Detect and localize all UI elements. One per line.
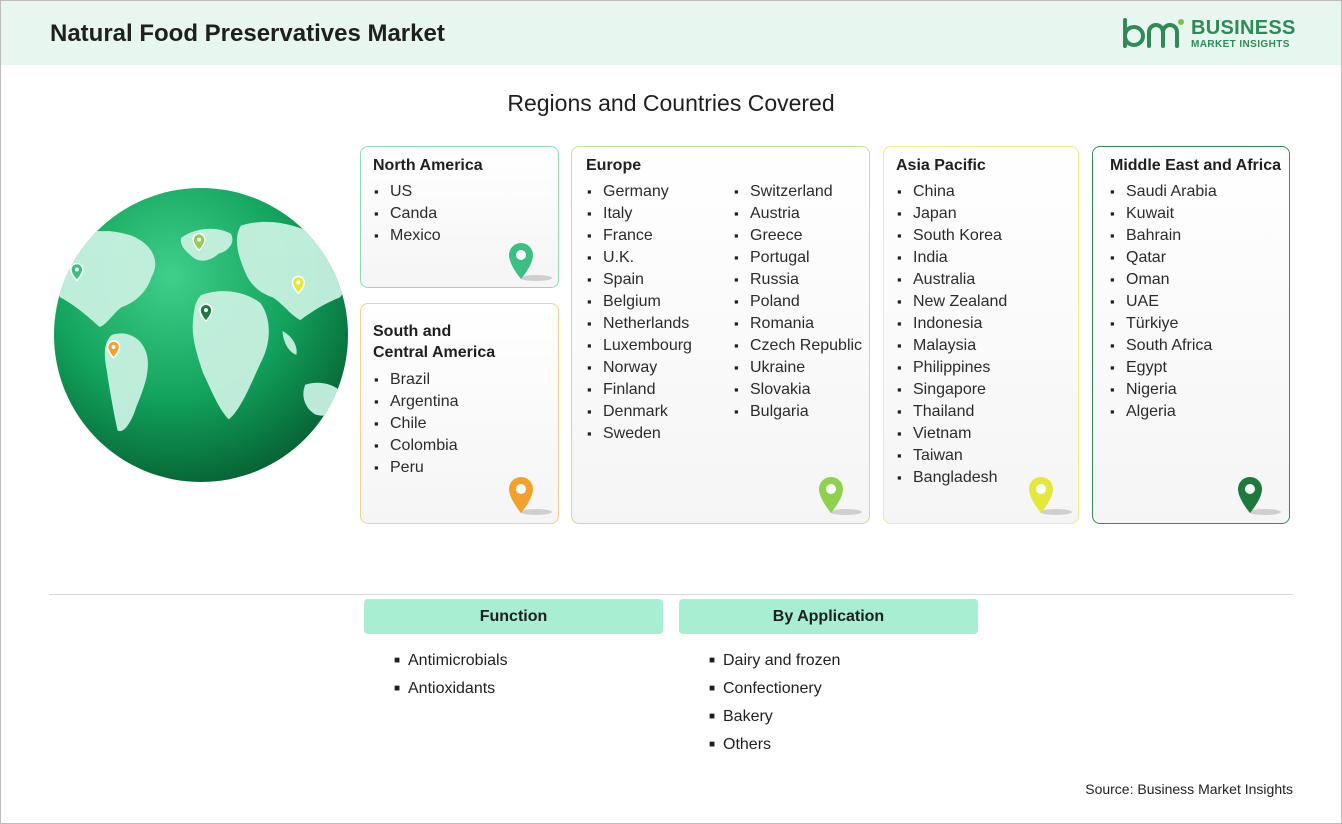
list-item: Argentina xyxy=(374,391,459,413)
region-card-middle-east-africa: Middle East and Africa Saudi Arabia Kuwa… xyxy=(1092,146,1290,524)
list-item: Romania xyxy=(734,313,862,335)
region-card-europe: Europe Germany Italy France U.K. Spain B… xyxy=(571,146,870,524)
list-item: Slovakia xyxy=(734,379,862,401)
list-item: Austria xyxy=(734,203,862,225)
list-item: Norway xyxy=(587,357,692,379)
list-item: Antimicrobials xyxy=(394,647,508,675)
list-item: Japan xyxy=(897,203,1007,225)
list-item: Türkiye xyxy=(1110,313,1217,335)
region-title-line2: Central America xyxy=(373,344,496,361)
country-list-col1: Germany Italy France U.K. Spain Belgium … xyxy=(587,181,692,445)
page-title: Natural Food Preservatives Market xyxy=(50,20,445,47)
list-item: New Zealand xyxy=(897,291,1007,313)
list-item: Bulgaria xyxy=(734,401,862,423)
globe-illustration xyxy=(53,187,349,483)
region-title: North America xyxy=(373,157,483,174)
region-title: Europe xyxy=(586,157,642,174)
list-item: South Africa xyxy=(1110,335,1217,357)
list-item: Luxembourg xyxy=(587,335,692,357)
list-item: Portugal xyxy=(734,247,862,269)
list-item: Dairy and frozen xyxy=(709,647,840,675)
list-item: Canda xyxy=(374,203,441,225)
country-list: Brazil Argentina Chile Colombia Peru xyxy=(374,369,459,479)
list-item: Saudi Arabia xyxy=(1110,181,1217,203)
list-item: Italy xyxy=(587,203,692,225)
list-item: U.K. xyxy=(587,247,692,269)
list-item: Peru xyxy=(374,457,459,479)
list-item: Colombia xyxy=(374,435,459,457)
list-item: Australia xyxy=(897,269,1007,291)
list-item: Others xyxy=(709,731,840,759)
list-item: US xyxy=(374,181,441,203)
segment-header-application: By Application xyxy=(679,599,978,634)
list-item: Algeria xyxy=(1110,401,1217,423)
list-item: Oman xyxy=(1110,269,1217,291)
list-item: Ukraine xyxy=(734,357,862,379)
list-item: Philippines xyxy=(897,357,1007,379)
list-item: Kuwait xyxy=(1110,203,1217,225)
list-item: Switzerland xyxy=(734,181,862,203)
map-pin-icon xyxy=(1238,477,1281,515)
list-item: Chile xyxy=(374,413,459,435)
segment-list-function: Antimicrobials Antioxidants xyxy=(394,647,508,703)
region-card-asia-pacific: Asia Pacific China Japan South Korea Ind… xyxy=(883,146,1079,524)
list-item: Antioxidants xyxy=(394,675,508,703)
list-item: Sweden xyxy=(587,423,692,445)
section-title: Regions and Countries Covered xyxy=(507,90,835,116)
brand-logo: BUSINESS MARKET INSIGHTS xyxy=(1121,16,1296,52)
list-item: Finland xyxy=(587,379,692,401)
list-item: Greece xyxy=(734,225,862,247)
list-item: Nigeria xyxy=(1110,379,1217,401)
region-card-south-central-america: South and Central America Brazil Argentin… xyxy=(360,303,559,524)
list-item: Vietnam xyxy=(897,423,1007,445)
list-item: Denmark xyxy=(587,401,692,423)
list-item: Bangladesh xyxy=(897,467,1007,489)
list-item: Brazil xyxy=(374,369,459,391)
segment-header-function: Function xyxy=(364,599,663,634)
list-item: China xyxy=(897,181,1007,203)
country-list: Saudi Arabia Kuwait Bahrain Qatar Oman U… xyxy=(1110,181,1217,423)
source-note: Source: Business Market Insights xyxy=(1085,781,1293,797)
logo-text-market-insights: MARKET INSIGHTS xyxy=(1191,39,1290,50)
region-card-north-america: North America US Canda Mexico xyxy=(360,146,559,288)
list-item: Poland xyxy=(734,291,862,313)
region-title: Middle East and Africa xyxy=(1110,157,1281,174)
list-item: Indonesia xyxy=(897,313,1007,335)
country-list: China Japan South Korea India Australia … xyxy=(897,181,1007,489)
list-item: Confectionery xyxy=(709,675,840,703)
list-item: Malaysia xyxy=(897,335,1007,357)
region-title: South and Central America xyxy=(373,321,495,363)
list-item: Germany xyxy=(587,181,692,203)
list-item: Netherlands xyxy=(587,313,692,335)
list-item: Russia xyxy=(734,269,862,291)
country-list-col2: Switzerland Austria Greece Portugal Russ… xyxy=(734,181,862,423)
list-item: France xyxy=(587,225,692,247)
segment-list-application: Dairy and frozen Confectionery Bakery Ot… xyxy=(709,647,840,759)
map-pin-icon xyxy=(1029,477,1072,515)
list-item: Qatar xyxy=(1110,247,1217,269)
map-pin-icon xyxy=(819,477,862,515)
list-item: India xyxy=(897,247,1007,269)
region-title: Asia Pacific xyxy=(896,157,986,174)
list-item: UAE xyxy=(1110,291,1217,313)
section-divider xyxy=(49,594,1293,595)
list-item: Mexico xyxy=(374,225,441,247)
list-item: Bahrain xyxy=(1110,225,1217,247)
list-item: Egypt xyxy=(1110,357,1217,379)
country-list: US Canda Mexico xyxy=(374,181,441,247)
bmi-logo-icon xyxy=(1123,18,1184,48)
list-item: Singapore xyxy=(897,379,1007,401)
list-item: Spain xyxy=(587,269,692,291)
map-pin-icon xyxy=(509,243,552,281)
list-item: Bakery xyxy=(709,703,840,731)
list-item: Czech Republic xyxy=(734,335,862,357)
list-item: Taiwan xyxy=(897,445,1007,467)
region-title-line1: South and xyxy=(373,323,452,340)
header-bar: Natural Food Preservatives Market BUSINE… xyxy=(1,1,1341,65)
list-item: Thailand xyxy=(897,401,1007,423)
list-item: South Korea xyxy=(897,225,1007,247)
logo-text-business: BUSINESS xyxy=(1191,17,1296,39)
list-item: Belgium xyxy=(587,291,692,313)
map-pin-icon xyxy=(509,477,552,515)
